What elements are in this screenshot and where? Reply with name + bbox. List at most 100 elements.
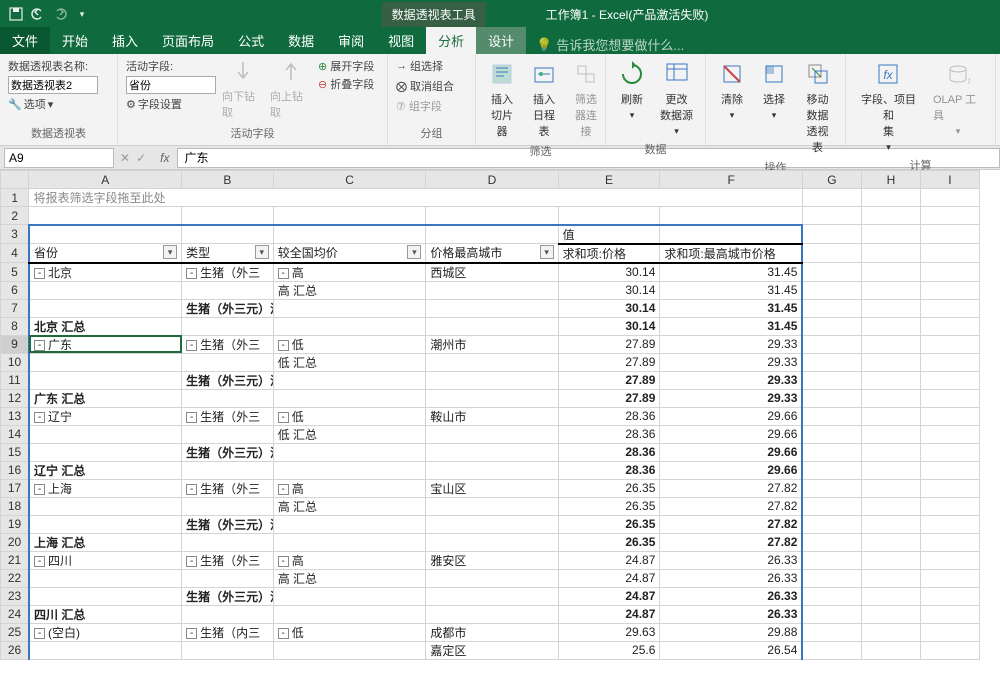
row-header[interactable]: 25 (1, 623, 29, 641)
clear-button[interactable]: 清除▾ (714, 58, 750, 123)
collapse-toggle[interactable]: - (34, 556, 45, 567)
tab-file[interactable]: 文件 (0, 27, 50, 54)
col-header[interactable]: C (273, 171, 426, 189)
cell[interactable] (29, 497, 182, 515)
cell[interactable]: 生猪（外三元）汇总 (182, 299, 274, 317)
cell[interactable] (426, 569, 558, 587)
collapse-toggle[interactable]: - (34, 484, 45, 495)
cell[interactable]: 生猪（外三元）汇总 (182, 371, 274, 389)
cell[interactable]: 27.89 (558, 335, 660, 353)
row-header[interactable]: 6 (1, 281, 29, 299)
cell[interactable]: 求和项:最高城市价格 (660, 244, 802, 263)
collapse-toggle[interactable]: - (34, 340, 45, 351)
cell[interactable]: 24.87 (558, 551, 660, 569)
col-header[interactable]: G (802, 171, 861, 189)
cell[interactable] (29, 443, 182, 461)
cell[interactable]: -生猪（外三 (182, 479, 274, 497)
row-header[interactable]: 7 (1, 299, 29, 317)
cell[interactable]: -高 (273, 551, 426, 569)
row-header[interactable]: 8 (1, 317, 29, 335)
cell[interactable]: -生猪（外三 (182, 335, 274, 353)
cell[interactable] (29, 371, 182, 389)
cell[interactable]: 29.33 (660, 371, 802, 389)
cell[interactable]: 26.33 (660, 569, 802, 587)
col-header[interactable]: F (660, 171, 802, 189)
cell[interactable]: 雅安区 (426, 551, 558, 569)
cell[interactable]: 25.6 (558, 641, 660, 659)
cell[interactable]: -北京 (29, 263, 182, 282)
cell[interactable]: 26.33 (660, 605, 802, 623)
row-header[interactable]: 17 (1, 479, 29, 497)
row-header[interactable]: 12 (1, 389, 29, 407)
row-header[interactable]: 9 (1, 335, 29, 353)
cell[interactable]: 30.14 (558, 263, 660, 282)
cell[interactable]: -辽宁 (29, 407, 182, 425)
collapse-toggle[interactable]: - (186, 340, 197, 351)
cell[interactable] (29, 587, 182, 605)
row-header[interactable]: 26 (1, 641, 29, 659)
cell[interactable] (273, 641, 426, 659)
cell[interactable]: 27.82 (660, 533, 802, 551)
cell[interactable] (426, 605, 558, 623)
refresh-button[interactable]: 刷新▾ (614, 58, 650, 123)
cell[interactable] (273, 317, 426, 335)
row-header[interactable]: 19 (1, 515, 29, 533)
cell[interactable] (426, 515, 558, 533)
fields-items-button[interactable]: fx字段、项目和 集▾ (854, 58, 923, 155)
cell[interactable] (426, 299, 558, 317)
cell[interactable]: 31.45 (660, 281, 802, 299)
cell[interactable]: -生猪（外三 (182, 263, 274, 282)
cell[interactable] (273, 587, 426, 605)
tab-layout[interactable]: 页面布局 (150, 27, 226, 54)
cancel-icon[interactable]: ✕ (120, 151, 130, 165)
cell[interactable]: 27.82 (660, 515, 802, 533)
cell[interactable]: 29.33 (660, 353, 802, 371)
cell[interactable] (182, 281, 274, 299)
undo-icon[interactable] (30, 6, 46, 22)
cell[interactable] (182, 533, 274, 551)
cell[interactable] (182, 353, 274, 371)
cell[interactable]: 高 汇总 (273, 569, 426, 587)
row-header[interactable]: 21 (1, 551, 29, 569)
row-header[interactable]: 5 (1, 263, 29, 282)
redo-icon[interactable] (52, 6, 68, 22)
cell[interactable]: 27.82 (660, 497, 802, 515)
cell[interactable]: 30.14 (558, 317, 660, 335)
cell[interactable]: 宝山区 (426, 479, 558, 497)
cell[interactable]: 值 (558, 225, 660, 244)
cell[interactable]: 鞍山市 (426, 407, 558, 425)
tab-home[interactable]: 开始 (50, 27, 100, 54)
collapse-toggle[interactable]: - (34, 412, 45, 423)
cell[interactable]: 28.36 (558, 461, 660, 479)
cell[interactable]: 低 汇总 (273, 425, 426, 443)
enter-icon[interactable]: ✓ (136, 151, 146, 165)
cell[interactable]: 26.35 (558, 533, 660, 551)
cell[interactable]: -低 (273, 407, 426, 425)
cell[interactable] (426, 281, 558, 299)
row-header[interactable]: 23 (1, 587, 29, 605)
cell[interactable]: 24.87 (558, 587, 660, 605)
cell[interactable] (182, 425, 274, 443)
cell[interactable]: 26.33 (660, 587, 802, 605)
row-header[interactable]: 22 (1, 569, 29, 587)
cell[interactable]: 四川 汇总 (29, 605, 182, 623)
cell[interactable]: 31.45 (660, 299, 802, 317)
filter-dropdown[interactable] (255, 245, 269, 259)
cell[interactable]: 生猪（外三元）汇总 (182, 587, 274, 605)
field-settings-button[interactable]: ⚙字段设置 (126, 96, 216, 112)
tab-formulas[interactable]: 公式 (226, 27, 276, 54)
collapse-toggle[interactable]: - (278, 484, 289, 495)
collapse-toggle[interactable]: - (34, 268, 45, 279)
cell[interactable] (182, 569, 274, 587)
cell[interactable]: 24.87 (558, 569, 660, 587)
cell[interactable] (273, 605, 426, 623)
cell[interactable]: 31.45 (660, 263, 802, 282)
cell[interactable]: 28.36 (558, 425, 660, 443)
cell[interactable]: 26.54 (660, 641, 802, 659)
cell[interactable]: 嘉定区 (426, 641, 558, 659)
cell[interactable]: 27.89 (558, 353, 660, 371)
insert-timeline-button[interactable]: 插入 日程表 (526, 58, 562, 141)
cell[interactable]: 29.33 (660, 389, 802, 407)
row-header[interactable]: 24 (1, 605, 29, 623)
cell[interactable]: 30.14 (558, 281, 660, 299)
